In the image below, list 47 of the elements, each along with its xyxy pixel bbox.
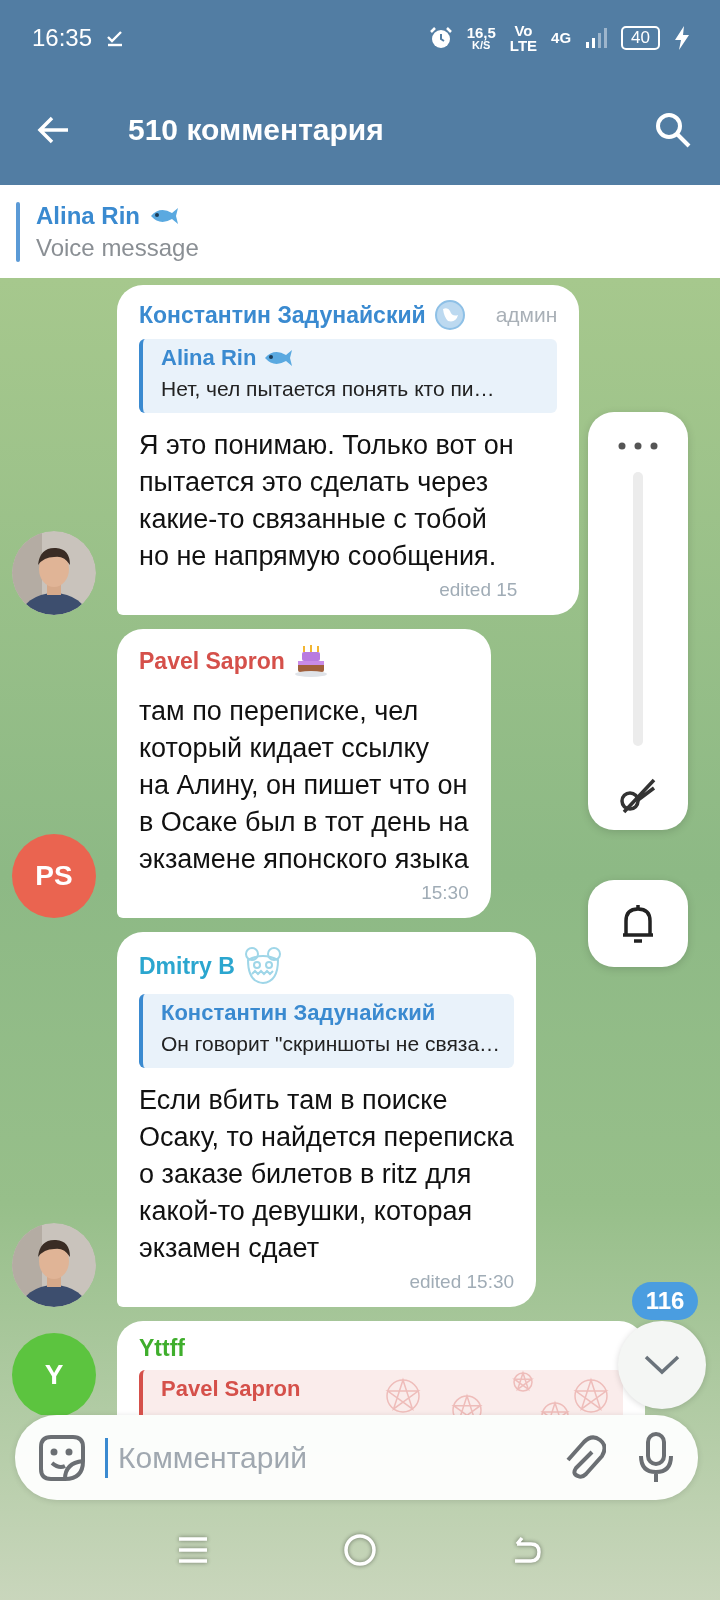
reply-text: Он говорит "скриншоты не связа… [161,1032,501,1056]
sender-name[interactable]: Константин Задунайский [139,301,426,329]
download-done-icon [106,28,125,47]
clock-time: 16:35 [32,23,93,52]
search-icon[interactable] [654,111,692,149]
more-icon[interactable] [618,442,658,450]
message-time: 15:30 [421,882,469,903]
chevron-down-icon [644,1355,680,1375]
back-icon[interactable] [36,115,70,145]
sticker-icon[interactable] [39,1434,85,1481]
bear-face-icon [242,946,283,986]
message-text: Я это понимаю. Только вот он пытается это сделать через какие-то связанные с тобой но не напрямую сообщения. [139,429,515,573]
reply-author: Pavel Sapron [161,1376,301,1402]
message-text: Если вбить там в поиске Осаку, то найдется переписка о заказе билетов в ritz для какой-то девушки, которая экзамен сдает [139,1084,515,1265]
reply-quote[interactable]: Константин Задунайский Он говорит "скриншоты не связа… [139,994,515,1068]
charging-icon [674,25,690,50]
message-time: edited 15:30 [409,1271,515,1292]
cake-icon [292,643,329,679]
reply-author: Константин Задунайский [161,1000,436,1026]
comment-field[interactable]: Комментарий [15,1415,698,1500]
alarm-icon [428,25,453,50]
unread-count: 116 [632,1282,698,1320]
screen-title: 510 комментария [128,113,385,147]
network-label: 4G [551,29,572,46]
sender-name[interactable]: Dmitry B [139,952,235,980]
message-text: там по переписке, чел который кидает ссылку на Алину, он пишет что он в Осаке был в тот день на экзамене японского языка [139,695,469,876]
message-time: edited 15 [439,579,518,600]
sender-name[interactable]: Yttff [139,1335,185,1362]
pinned-author: Alina Rin [36,201,140,230]
lte-label: LTE [509,37,538,53]
role-label: админ [494,303,558,327]
sender-name[interactable]: Pavel Sapron [139,647,285,675]
avatar-initials[interactable]: Y [12,1333,96,1415]
bell-button[interactable] [588,880,688,967]
reply-quote[interactable]: Alina Rin Нет, чел пытается понять кто пи… [139,339,558,413]
pinned-text: Voice message [36,233,199,262]
avatar-initials[interactable]: PS [12,834,96,918]
microphone-icon[interactable] [638,1431,674,1484]
reply-author: Alina Rin [161,345,257,371]
speed-value: 16,5 [466,24,496,40]
battery-level: 40 [621,25,660,50]
volte-label: Vo [514,22,533,38]
bell-icon [620,902,656,945]
reply-text: Нет, чел пытается понять кто пи… [161,377,496,401]
signal-icon [585,26,608,49]
speed-unit: K/S [472,39,491,51]
comment-input[interactable]: Комментарий [118,1440,552,1475]
